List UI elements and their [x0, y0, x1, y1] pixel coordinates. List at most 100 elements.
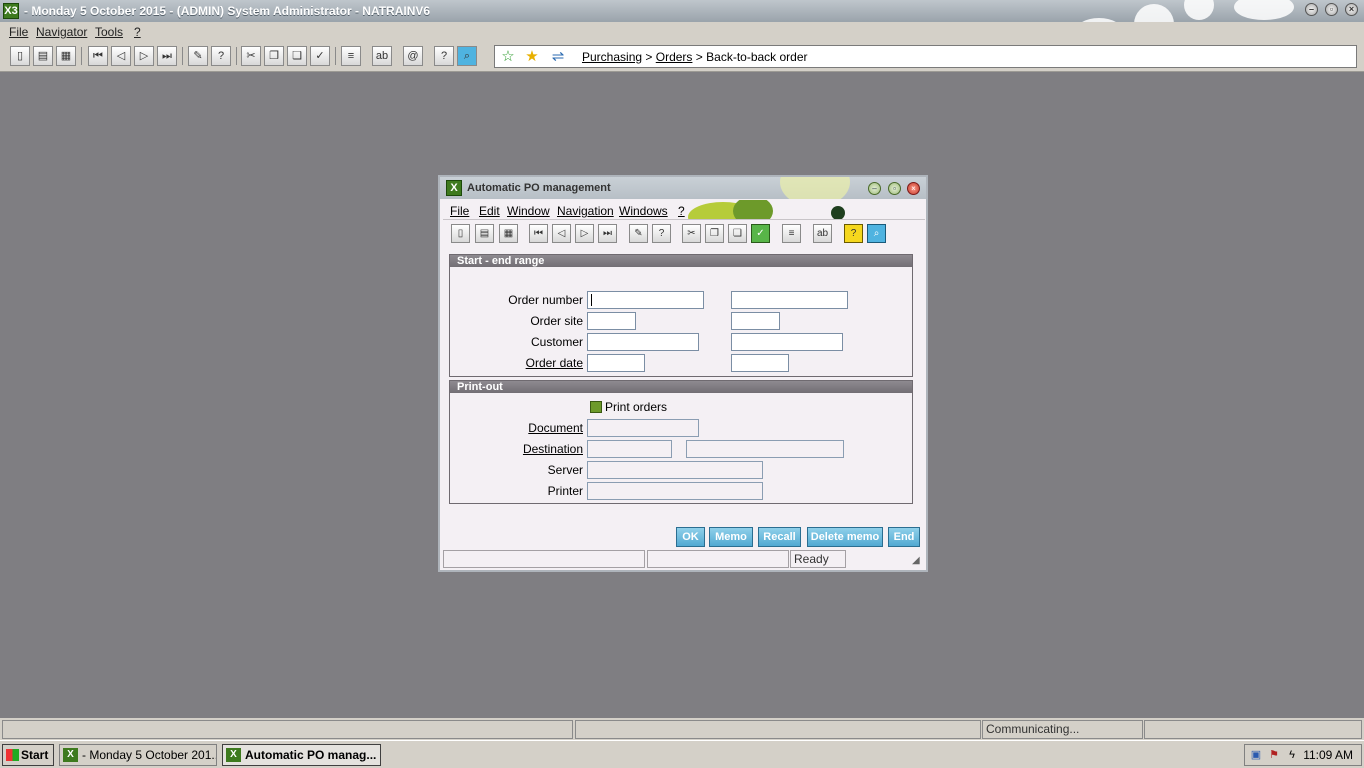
order-date-to-field[interactable] [731, 354, 789, 372]
power-icon[interactable]: ϟ [1285, 748, 1299, 762]
wmenu-windows[interactable]: Windows [619, 204, 668, 218]
first-record-icon[interactable]: ⏮ [529, 224, 548, 243]
resize-grip-icon[interactable]: ◢ [912, 555, 920, 566]
recall-button[interactable]: Recall [758, 527, 801, 547]
breadcrumb-orders[interactable]: Orders [656, 50, 693, 64]
at-icon[interactable]: @ [403, 46, 423, 66]
order-date-from-field[interactable] [587, 354, 645, 372]
wmenu-file[interactable]: File [450, 204, 469, 218]
new-icon[interactable]: ▯ [10, 46, 30, 66]
app-menubar: File Navigator Tools ? [0, 22, 1364, 42]
breadcrumb: ☆ ★ ⇌ Purchasing > Orders > Back-to-back… [494, 45, 1357, 68]
window-close-icon[interactable]: × [907, 182, 920, 195]
menu-file[interactable]: File [9, 25, 28, 39]
order-date-label[interactable]: Order date [463, 356, 583, 370]
menu-help[interactable]: ? [134, 25, 141, 39]
taskbar-item-main[interactable]: X - Monday 5 October 201... [59, 744, 217, 766]
server-field[interactable] [587, 461, 763, 479]
windows-flag-icon [6, 749, 19, 761]
cut-icon[interactable]: ✂ [241, 46, 261, 66]
destination-code-field[interactable] [587, 440, 672, 458]
next-record-icon[interactable]: ▷ [134, 46, 154, 66]
window-minimize-icon[interactable]: – [868, 182, 881, 195]
window-maximize-icon[interactable]: ▫ [888, 182, 901, 195]
taskbar-item-po[interactable]: X Automatic PO manag... [222, 744, 381, 766]
system-tray: ▣ ⚑ ϟ 11:09 AM [1244, 744, 1362, 766]
order-site-to-field[interactable] [731, 312, 780, 330]
last-record-icon[interactable]: ⏭ [598, 224, 617, 243]
list-icon[interactable]: ≡ [341, 46, 361, 66]
preview-icon[interactable]: ▦ [499, 224, 518, 243]
range-group-header: Start - end range [450, 255, 912, 267]
paste-icon[interactable]: ❏ [728, 224, 747, 243]
printer-field[interactable] [587, 482, 763, 500]
order-number-to-field[interactable] [731, 291, 848, 309]
wmenu-edit[interactable]: Edit [479, 204, 500, 218]
minimize-icon[interactable]: – [1305, 3, 1318, 16]
paste-icon[interactable]: ❏ [287, 46, 307, 66]
help-field-icon[interactable]: ? [211, 46, 231, 66]
copy-icon[interactable]: ❐ [264, 46, 284, 66]
menu-navigator[interactable]: Navigator [36, 25, 87, 39]
list-icon[interactable]: ≡ [782, 224, 801, 243]
destination-label[interactable]: Destination [463, 442, 583, 456]
print-orders-checkbox[interactable] [590, 401, 602, 413]
wmenu-window[interactable]: Window [507, 204, 550, 218]
edit-icon[interactable]: ✓ [751, 224, 770, 243]
first-record-icon[interactable]: ⏮ [88, 46, 108, 66]
window-menubar: File Edit Window Navigation Windows ? [443, 200, 925, 220]
help-icon[interactable]: ? [844, 224, 863, 243]
server-label: Server [547, 463, 583, 477]
document-field[interactable] [587, 419, 699, 437]
window-title-bar: X Automatic PO management – ▫ × [440, 177, 926, 199]
window-status-ready: Ready [790, 550, 846, 568]
customer-label: Customer [530, 335, 583, 349]
help-icon[interactable]: ? [434, 46, 454, 66]
new-icon[interactable]: ▯ [451, 224, 470, 243]
order-site-label: Order site [530, 314, 583, 328]
network-icon[interactable]: ▣ [1249, 748, 1263, 762]
memo-button[interactable]: Memo [709, 527, 753, 547]
search-icon[interactable]: ⌕ [457, 46, 477, 66]
cut-icon[interactable]: ✂ [682, 224, 701, 243]
attachment-icon[interactable]: ✎ [188, 46, 208, 66]
destination-desc-field[interactable] [686, 440, 844, 458]
order-number-from-field[interactable] [587, 291, 704, 309]
order-site-from-field[interactable] [587, 312, 636, 330]
signpost-icon[interactable]: ⇌ [548, 48, 568, 66]
text-field-icon[interactable]: ab [372, 46, 392, 66]
end-button[interactable]: End [888, 527, 920, 547]
document-label[interactable]: Document [463, 421, 583, 435]
menu-tools[interactable]: Tools [95, 25, 123, 39]
last-record-icon[interactable]: ⏭ [157, 46, 177, 66]
security-icon[interactable]: ⚑ [1267, 748, 1281, 762]
delete-memo-button[interactable]: Delete memo [807, 527, 883, 547]
customer-to-field[interactable] [731, 333, 843, 351]
start-button[interactable]: Start [2, 744, 54, 766]
status-cell-1 [2, 720, 573, 739]
customer-from-field[interactable] [587, 333, 699, 351]
preview-icon[interactable]: ▦ [56, 46, 76, 66]
restore-icon[interactable]: ▫ [1325, 3, 1338, 16]
copy-icon[interactable]: ❐ [705, 224, 724, 243]
app-title: - Monday 5 October 2015 - (ADMIN) System… [24, 4, 431, 18]
add-favorite-icon[interactable]: ☆ [498, 48, 518, 66]
attachment-icon[interactable]: ✎ [629, 224, 648, 243]
search-icon[interactable]: ⌕ [867, 224, 886, 243]
previous-record-icon[interactable]: ◁ [111, 46, 131, 66]
print-icon[interactable]: ▤ [475, 224, 494, 243]
order-number-label: Order number [508, 293, 583, 307]
wmenu-help[interactable]: ? [678, 204, 685, 218]
next-record-icon[interactable]: ▷ [575, 224, 594, 243]
previous-record-icon[interactable]: ◁ [552, 224, 571, 243]
print-icon[interactable]: ▤ [33, 46, 53, 66]
wmenu-navigation[interactable]: Navigation [557, 204, 614, 218]
breadcrumb-current: Back-to-back order [706, 50, 808, 64]
breadcrumb-purchasing[interactable]: Purchasing [582, 50, 642, 64]
favorite-star-icon[interactable]: ★ [522, 48, 542, 66]
edit-icon[interactable]: ✓ [310, 46, 330, 66]
help-field-icon[interactable]: ? [652, 224, 671, 243]
ok-button[interactable]: OK [676, 527, 705, 547]
close-icon[interactable]: × [1345, 3, 1358, 16]
text-field-icon[interactable]: ab [813, 224, 832, 243]
